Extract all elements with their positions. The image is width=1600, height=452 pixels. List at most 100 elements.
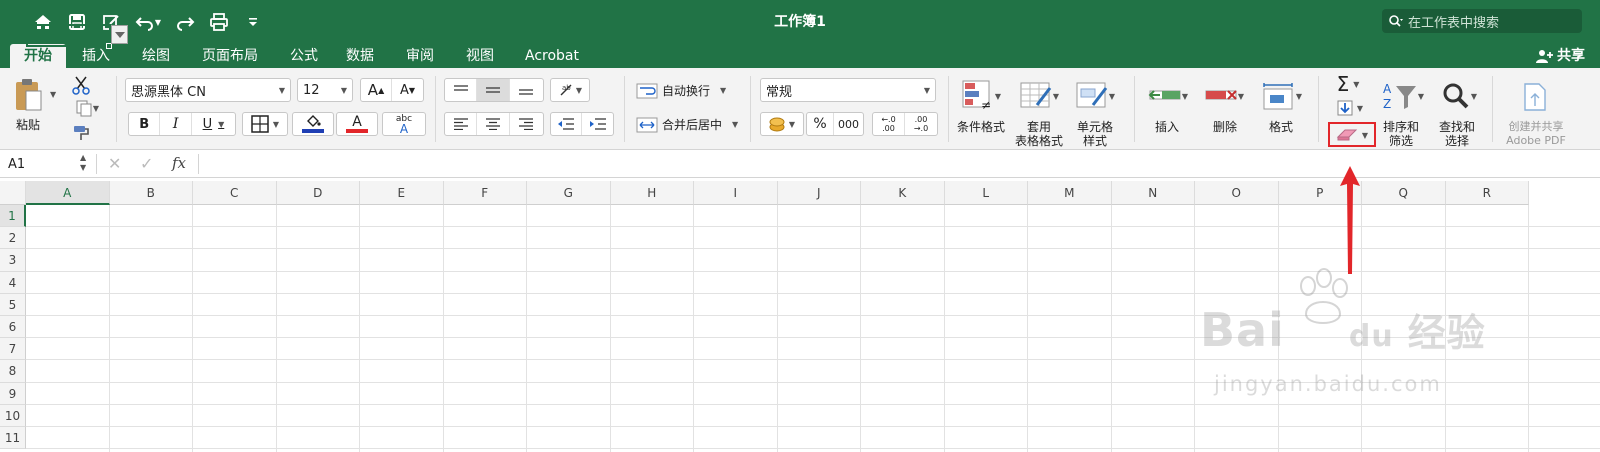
italic-button[interactable]: I xyxy=(160,113,192,135)
tab-insert[interactable]: 插入 xyxy=(72,44,120,68)
column-header-j[interactable]: J xyxy=(777,181,861,205)
wrap-text-button[interactable]: 自动换行 ▼ xyxy=(636,82,726,99)
merge-center-button[interactable]: 合并后居中 ▼ xyxy=(636,116,738,133)
align-right-button[interactable] xyxy=(510,113,543,135)
column-header-e[interactable]: E xyxy=(360,181,444,205)
row-header-11[interactable]: 11 xyxy=(0,427,26,450)
column-header-f[interactable]: F xyxy=(443,181,527,205)
tab-draw[interactable]: 绘图 xyxy=(132,44,180,68)
column-header-r[interactable]: R xyxy=(1445,181,1529,205)
share-button[interactable]: 共享 xyxy=(1535,44,1585,68)
accounting-format-button[interactable]: ▼ xyxy=(760,112,804,136)
decrease-font-size-button[interactable]: A ▼ xyxy=(392,79,423,101)
active-cell-a1[interactable] xyxy=(26,24,111,47)
svg-text:A: A xyxy=(1383,82,1392,96)
delete-cells-button[interactable]: ▼ xyxy=(1200,76,1248,116)
tab-home[interactable]: 开始 xyxy=(10,44,66,68)
tab-review[interactable]: 审阅 xyxy=(396,44,444,68)
sheet-search-input[interactable]: 在工作表中搜索 xyxy=(1382,9,1582,33)
formula-input[interactable] xyxy=(200,152,1600,176)
cell-styles-button[interactable]: ▼ xyxy=(1070,76,1120,116)
column-header-m[interactable]: M xyxy=(1028,181,1112,205)
column-header-d[interactable]: D xyxy=(276,181,360,205)
insert-function-button[interactable]: fx xyxy=(172,154,186,172)
tab-acrobat[interactable]: Acrobat xyxy=(516,44,588,68)
font-size-select[interactable]: 12 ▼ xyxy=(297,78,353,102)
tab-page-layout[interactable]: 页面布局 xyxy=(192,44,268,68)
increase-indent-button[interactable] xyxy=(582,113,613,135)
select-all-corner[interactable] xyxy=(0,181,26,205)
name-box-stepper-icon[interactable]: ▲ ▼ xyxy=(80,153,86,173)
column-header-g[interactable]: G xyxy=(527,181,611,205)
name-box[interactable]: A1 xyxy=(0,152,92,176)
format-painter-button[interactable] xyxy=(70,122,92,144)
column-header-l[interactable]: L xyxy=(944,181,1028,205)
row-header-1[interactable]: 1 xyxy=(0,205,26,228)
format-as-table-button[interactable]: ▼ xyxy=(1014,76,1064,116)
tab-view[interactable]: 视图 xyxy=(456,44,504,68)
align-center-button[interactable] xyxy=(477,113,510,135)
align-bottom-button[interactable] xyxy=(510,79,543,101)
paste-dropdown-icon[interactable]: ▼ xyxy=(50,90,56,99)
row-header-7[interactable]: 7 xyxy=(0,338,26,361)
row-header-2[interactable]: 2 xyxy=(0,227,26,250)
font-color-button[interactable]: A xyxy=(336,112,378,136)
underline-button[interactable]: U ▼ xyxy=(192,113,235,135)
align-left-button[interactable] xyxy=(445,113,478,135)
column-header-b[interactable]: B xyxy=(109,181,193,205)
orientation-button[interactable]: ab ▼ xyxy=(550,78,590,102)
row-header-9[interactable]: 9 xyxy=(0,382,26,405)
row-header-6[interactable]: 6 xyxy=(0,316,26,339)
fill-button[interactable]: ▼ xyxy=(1330,98,1370,118)
find-select-button[interactable]: ▼ xyxy=(1436,76,1482,116)
column-header-o[interactable]: O xyxy=(1195,181,1279,205)
row-header-5[interactable]: 5 xyxy=(0,293,26,316)
autosum-button[interactable]: Σ ▼ xyxy=(1328,72,1368,96)
create-pdf-button[interactable] xyxy=(1520,80,1550,114)
copy-button[interactable]: ▼ xyxy=(70,98,104,118)
column-header-c[interactable]: C xyxy=(193,181,277,205)
percent-style-button[interactable]: % xyxy=(807,113,835,135)
format-cells-button[interactable]: ▼ xyxy=(1258,76,1306,116)
row-header-8[interactable]: 8 xyxy=(0,360,26,383)
row-header-10[interactable]: 10 xyxy=(0,404,26,427)
confirm-icon[interactable]: ✓ xyxy=(140,154,153,173)
grid-row-line xyxy=(26,248,1600,250)
align-middle-button[interactable] xyxy=(477,79,510,101)
cancel-icon[interactable]: ✕ xyxy=(108,154,121,173)
tab-formulas[interactable]: 公式 xyxy=(280,44,328,68)
paste-button[interactable] xyxy=(10,76,46,114)
sigma-icon: Σ xyxy=(1336,72,1350,96)
align-top-button[interactable] xyxy=(445,79,478,101)
decrease-indent-button[interactable] xyxy=(551,113,583,135)
phonetic-button[interactable]: abc A xyxy=(382,112,426,136)
outdent-icon xyxy=(558,118,574,130)
column-header-n[interactable]: N xyxy=(1111,181,1195,205)
cut-button[interactable] xyxy=(70,74,92,96)
column-header-k[interactable]: K xyxy=(861,181,945,205)
increase-decimal-button[interactable]: ←.0.00 xyxy=(873,113,906,135)
column-header-i[interactable]: I xyxy=(694,181,778,205)
font-name-select[interactable]: 思源黑体 CN ▼ xyxy=(125,78,291,102)
tab-data[interactable]: 数据 xyxy=(336,44,384,68)
cell-dropdown-button[interactable] xyxy=(111,25,128,44)
column-header-h[interactable]: H xyxy=(610,181,694,205)
decrease-decimal-button[interactable]: .00 →.0 xyxy=(905,113,937,135)
bold-button[interactable]: B xyxy=(129,113,161,135)
row-header-3[interactable]: 3 xyxy=(0,249,26,272)
annotation-arrow xyxy=(1340,166,1360,274)
increase-font-size-button[interactable]: A ▲ xyxy=(361,79,393,101)
grid-row-line xyxy=(26,426,1600,427)
row-header-4[interactable]: 4 xyxy=(0,271,26,294)
column-header-a[interactable]: A xyxy=(26,181,110,205)
insert-cells-button[interactable]: ▼ xyxy=(1144,76,1192,116)
number-format-select[interactable]: 常规 ▼ xyxy=(760,78,936,102)
sort-filter-button[interactable]: AZ ▼ xyxy=(1378,76,1428,116)
comma-style-button[interactable]: 000 xyxy=(834,113,863,135)
fill-color-button[interactable] xyxy=(292,112,334,136)
grid-column-line xyxy=(108,205,110,452)
font-color-letter-icon: A xyxy=(352,114,362,130)
conditional-format-button[interactable]: ≠ ▼ xyxy=(956,76,1006,116)
column-header-q[interactable]: Q xyxy=(1362,181,1446,205)
borders-button[interactable]: ▼ xyxy=(242,112,288,136)
